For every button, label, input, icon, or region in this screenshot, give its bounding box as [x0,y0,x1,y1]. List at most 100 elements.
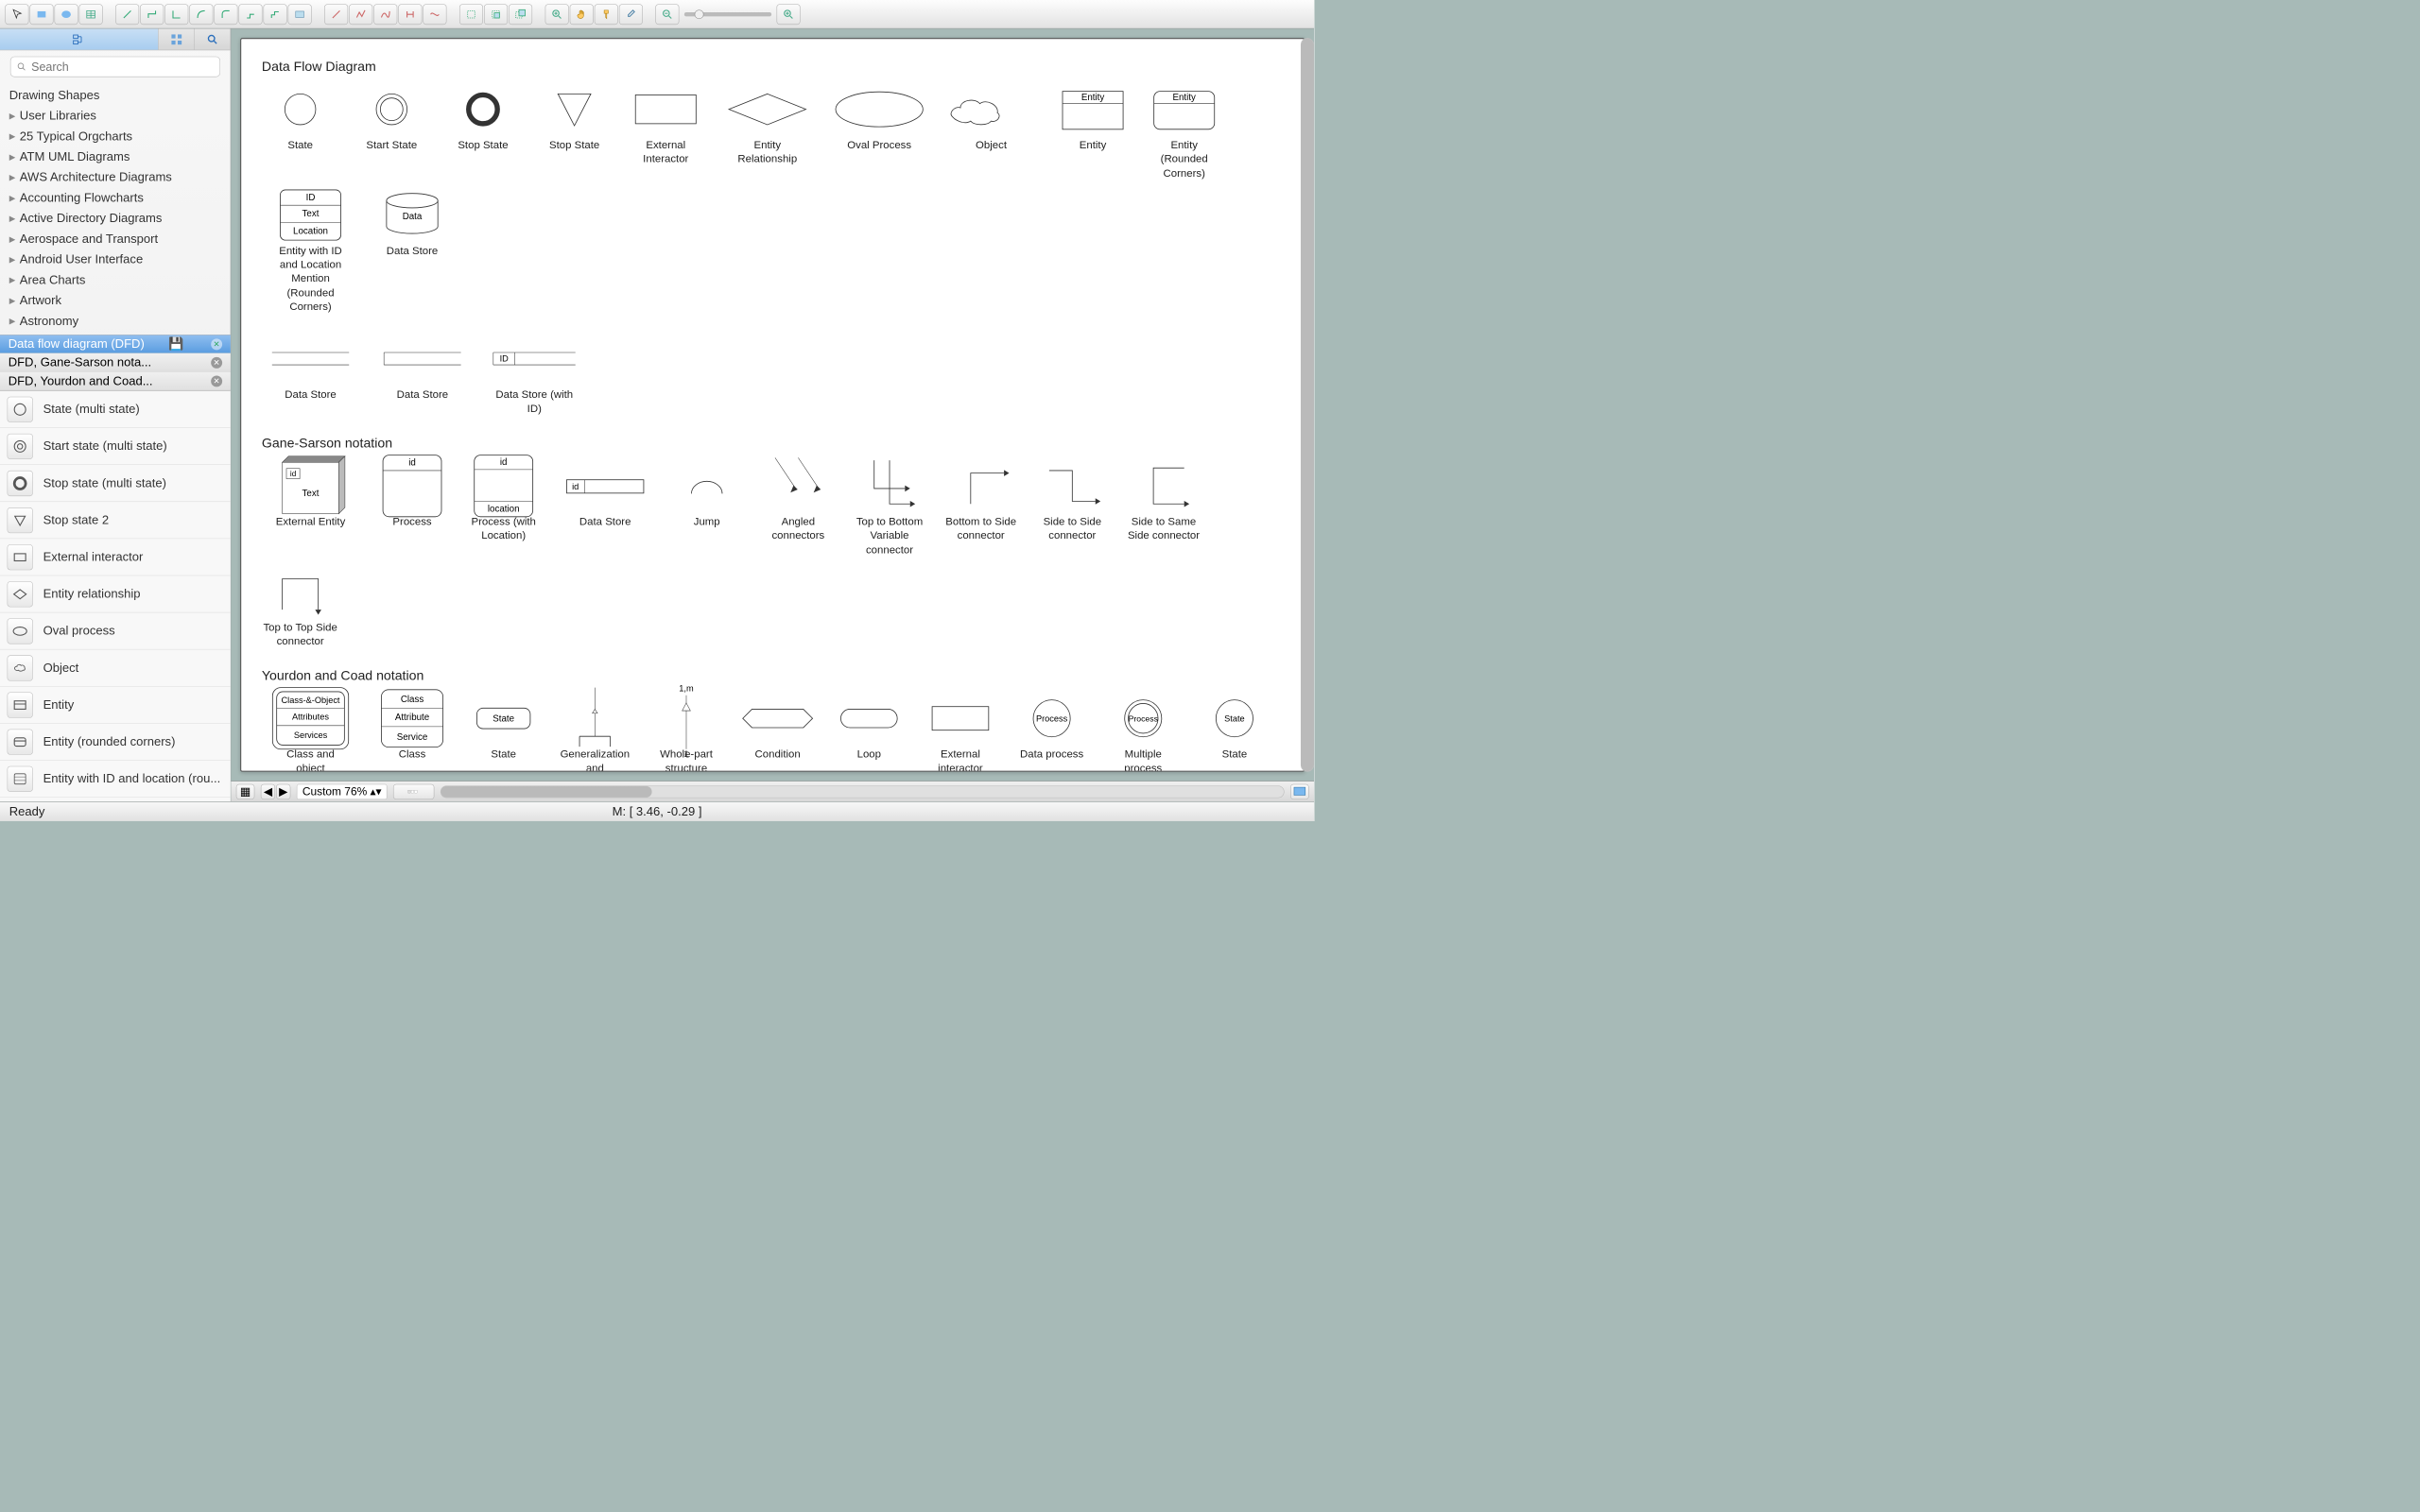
pointer-tool[interactable] [5,4,28,25]
shape-sample[interactable]: Condition [739,693,816,771]
shape-sample[interactable]: Oval Process [831,84,928,180]
shape-sample[interactable]: idlocationProcess (with Location) [465,460,542,557]
shape-sample[interactable]: Loop [831,693,908,771]
shape-sample[interactable]: ProcessMultiple process [1105,693,1182,771]
shape-sample[interactable]: Object [942,84,1040,180]
curve-tool[interactable] [373,4,397,25]
stencil-item[interactable]: Entity (rounded corners) [0,724,231,761]
close-icon[interactable]: ✕ [211,375,222,387]
sel-mode-3[interactable] [509,4,532,25]
page-next[interactable]: ▶ [276,783,290,799]
connector-smart-2[interactable] [164,4,188,25]
library-item[interactable]: ▶Artwork [5,290,225,311]
stencil-item[interactable]: Entity with ID and location (rou... [0,761,231,798]
format-painter[interactable] [595,4,618,25]
shape-sample[interactable]: Side to Same Side connector [1125,460,1201,557]
connector-arc[interactable] [238,4,262,25]
shape-sample[interactable]: Bottom to Side connector [942,460,1019,557]
shape-sample[interactable]: IDData Store (with ID) [486,334,583,416]
vertical-scrollbar[interactable] [1301,38,1314,771]
bezier-tool[interactable] [398,4,422,25]
library-item[interactable]: ▶Area Charts [5,270,225,291]
connector-smart-1[interactable] [140,4,164,25]
shape-sample[interactable]: Side to Side connector [1034,460,1111,557]
shape-sample[interactable]: EntityEntity [1054,84,1131,180]
close-icon[interactable]: ✕ [211,338,222,350]
horizontal-scrollbar[interactable] [441,785,1285,798]
shape-sample[interactable]: DataData Store [373,189,450,314]
save-lib-icon[interactable]: 💾 [170,338,182,350]
connector-round[interactable] [214,4,237,25]
library-item[interactable]: ▶Android User Interface [5,249,225,270]
stencil-item[interactable]: Oval process [0,612,231,649]
shape-sample[interactable]: Top to Top Side connector [262,566,338,648]
shape-sample[interactable]: ClassAttributeServiceClass [373,693,450,771]
stencil-item[interactable]: Start state (multi state) [0,428,231,465]
shape-sample[interactable]: Data Store [262,334,359,416]
canvas[interactable]: Data Flow Diagram StateStart StateStop S… [240,38,1305,771]
shape-sample[interactable]: Stop State [444,84,521,180]
shape-sample[interactable]: Stop State [536,84,613,180]
text-tool[interactable] [288,4,312,25]
opened-library[interactable]: Data flow diagram (DFD)💾✕ [0,335,231,354]
line-tool[interactable] [324,4,348,25]
close-icon[interactable]: ✕ [211,357,222,369]
page-layout-btn[interactable] [393,783,434,799]
library-item[interactable]: ▶AWS Architecture Diagrams [5,167,225,188]
sel-mode-2[interactable] [484,4,508,25]
shape-sample[interactable]: idData Store [557,460,654,557]
library-item[interactable]: ▶ATM UML Diagrams [5,146,225,167]
shape-sample[interactable]: ProcessData process [1013,693,1090,771]
shape-sample[interactable]: StateState [465,693,542,771]
shape-sample[interactable]: Entity Relationship [718,84,816,180]
connector-bezier[interactable] [189,4,213,25]
stencil-item[interactable]: Stop state (multi state) [0,465,231,502]
stencil-item[interactable]: External interactor [0,539,231,576]
shape-sample[interactable]: Top to Bottom Variable connector [851,460,927,557]
shape-sample[interactable]: idTextExternal Entity [262,460,359,557]
polyline-tool[interactable] [349,4,372,25]
rect-tool[interactable] [29,4,53,25]
zoom-in-btn[interactable] [777,4,801,25]
shape-sample[interactable]: Jump [668,460,745,557]
eyedropper-tool[interactable] [619,4,643,25]
stencil-item[interactable]: Entity [0,687,231,724]
grid-tab[interactable] [159,28,195,49]
library-item[interactable]: ▶Active Directory Diagrams [5,208,225,229]
stencil-item[interactable]: Entity relationship [0,576,231,612]
library-item[interactable]: ▶25 Typical Orgcharts [5,127,225,147]
library-item[interactable]: ▶Aerospace and Transport [5,229,225,249]
opened-library[interactable]: DFD, Yourdon and Coad...✕ [0,372,231,391]
search-input[interactable] [10,57,220,77]
library-item[interactable]: Drawing Shapes [5,85,225,106]
shape-sample[interactable]: idProcess [373,460,450,557]
shape-sample[interactable]: State [262,84,338,180]
hand-tool[interactable] [570,4,594,25]
page-prev[interactable]: ◀ [261,783,275,799]
library-item[interactable]: ▶Accounting Flowcharts [5,188,225,209]
shape-sample[interactable]: External interactor [922,693,998,771]
shape-sample[interactable]: IDTextLocationEntity with ID and Locatio… [262,189,359,314]
zoom-in-tool[interactable] [545,4,569,25]
zoom-out-btn[interactable] [655,4,679,25]
presentation-mode[interactable] [1290,783,1309,799]
shape-sample[interactable]: StateState [1196,693,1272,771]
sel-mode-1[interactable] [459,4,483,25]
search-tab[interactable] [195,28,231,49]
zoom-slider[interactable] [684,12,771,16]
shape-sample[interactable]: Generalization and specialization struct… [557,693,633,771]
opened-library[interactable]: DFD, Gane-Sarson nota...✕ [0,353,231,372]
stencil-item[interactable]: Stop state 2 [0,502,231,539]
library-item[interactable]: ▶Astronomy [5,311,225,332]
shape-sample[interactable]: Angled connectors [760,460,837,557]
shape-sample[interactable]: EntityEntity (Rounded Corners) [1146,84,1222,180]
table-tool[interactable] [79,4,103,25]
library-item[interactable]: ▶User Libraries [5,106,225,127]
library-tab[interactable] [0,28,159,49]
zoom-display[interactable]: Custom 76%▴▾ [297,783,388,799]
shape-sample[interactable]: Start State [354,84,430,180]
spline-tool[interactable] [423,4,446,25]
shape-sample[interactable]: Data Store [373,334,471,416]
connector-spline[interactable] [264,4,287,25]
page-menu[interactable]: ▦ [236,783,255,799]
